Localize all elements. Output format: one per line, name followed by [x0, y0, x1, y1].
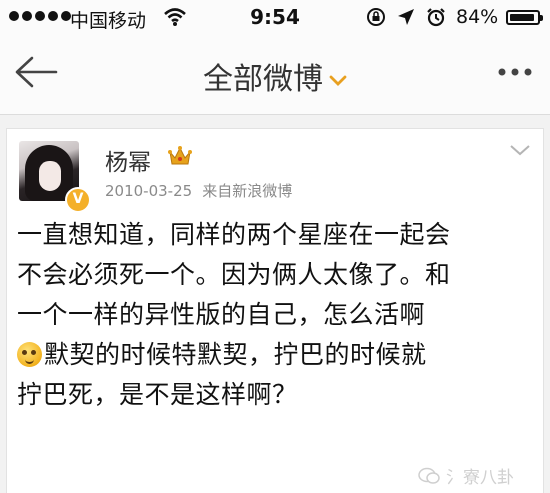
post-source: 来自新浪微博 [202, 182, 293, 200]
author-name[interactable]: 杨幂 [105, 143, 151, 177]
status-bar: 中国移动 9:54 84% [0, 0, 550, 34]
card-menu-chevron-icon[interactable] [509, 143, 531, 157]
battery-icon [506, 10, 543, 25]
rotation-lock-icon [367, 8, 385, 26]
page-title: 全部微博 [203, 62, 323, 97]
more-dots-icon[interactable] [497, 66, 533, 78]
crown-icon [168, 146, 192, 165]
post-meta: 2010-03-25 来自新浪微博 [105, 180, 292, 201]
navigation-bar: 全部微博 [0, 34, 550, 115]
feed-filter-dropdown[interactable]: 全部微博 [0, 54, 550, 98]
verified-badge-icon: V [65, 187, 91, 213]
post-line-with-emoji: 默契的时候特默契，拧巴的时候就 [17, 335, 537, 375]
alarm-icon [427, 8, 445, 27]
post-text: 一直想知道，同样的两个星座在一起会 不会必须死一个。因为俩人太像了。和 一个一样… [17, 215, 537, 415]
post-line: 不会必须死一个。因为俩人太像了。和 [17, 260, 451, 289]
watermark-text: 氵寮八卦 [446, 468, 514, 488]
post-line: 一直想知道，同样的两个星座在一起会 [17, 220, 451, 249]
post-line: 默契的时候特默契，拧巴的时候就 [44, 340, 427, 369]
post-line: 一个一样的异性版的自己，怎么活啊 [17, 300, 426, 329]
dropdown-chevron-icon [329, 75, 347, 86]
post-line: 拧巴死，是不是这样啊？ [17, 380, 298, 409]
battery-percentage: 84% [456, 6, 499, 28]
watermark: 氵寮八卦 [418, 463, 514, 488]
location-arrow-icon [398, 9, 414, 25]
wechat-icon [418, 467, 440, 484]
weibo-post-card[interactable]: V 杨幂 2010-03-25 来自新浪微博 一直想知道，同样的两个星座在一起会 … [6, 128, 544, 493]
emoji-icon [17, 342, 42, 367]
post-date: 2010-03-25 [105, 182, 193, 200]
